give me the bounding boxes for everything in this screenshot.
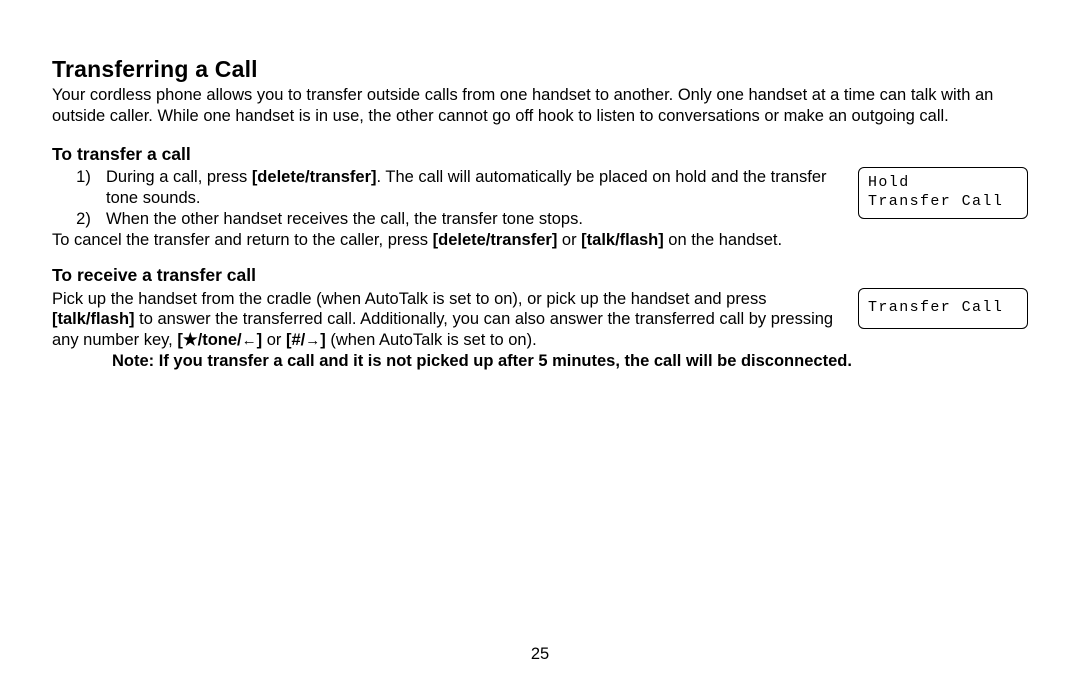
lcd-line: Hold (868, 174, 1018, 193)
text: To cancel the transfer and return to the… (52, 231, 433, 249)
lcd-display-hold: Hold Transfer Call (858, 167, 1028, 219)
section-receive-transfer: To receive a transfer call Pick up the h… (52, 265, 1028, 372)
step-item: During a call, press [delete/transfer]. … (100, 167, 844, 208)
lcd-display-transfer: Transfer Call (858, 288, 1028, 329)
receive-paragraph: Pick up the handset from the cradle (whe… (52, 289, 844, 351)
page-number: 25 (0, 645, 1080, 664)
key-label: [delete/transfer] (252, 168, 377, 186)
text: on the handset. (664, 231, 782, 249)
section-transfer-call: To transfer a call During a call, press … (52, 144, 1028, 251)
arrow-right-icon: → (305, 333, 320, 348)
key-label: [#/→] (286, 331, 326, 349)
steps-list: During a call, press [delete/transfer]. … (52, 167, 844, 229)
text: or (262, 331, 286, 349)
lcd-line: Transfer Call (868, 193, 1018, 212)
intro-paragraph: Your cordless phone allows you to transf… (52, 85, 1028, 126)
text: During a call, press (106, 168, 252, 186)
arrow-left-icon: ← (242, 333, 257, 348)
key-label: [delete/transfer] (433, 231, 558, 249)
lcd-line: Transfer Call (868, 299, 1018, 318)
section-heading: To transfer a call (52, 144, 1028, 165)
section-heading: To receive a transfer call (52, 265, 1028, 286)
cancel-instruction: To cancel the transfer and return to the… (52, 230, 844, 251)
text: or (557, 231, 581, 249)
key-label: [★/tone/←] (177, 331, 262, 349)
text: (when AutoTalk is set to on). (326, 331, 537, 349)
text: Pick up the handset from the cradle (whe… (52, 290, 767, 308)
key-label: [talk/flash] (52, 310, 135, 328)
note-text: Note: If you transfer a call and it is n… (52, 351, 1028, 372)
key-label: [talk/flash] (581, 231, 664, 249)
page-title: Transferring a Call (52, 56, 1028, 83)
step-item: When the other handset receives the call… (100, 209, 844, 230)
